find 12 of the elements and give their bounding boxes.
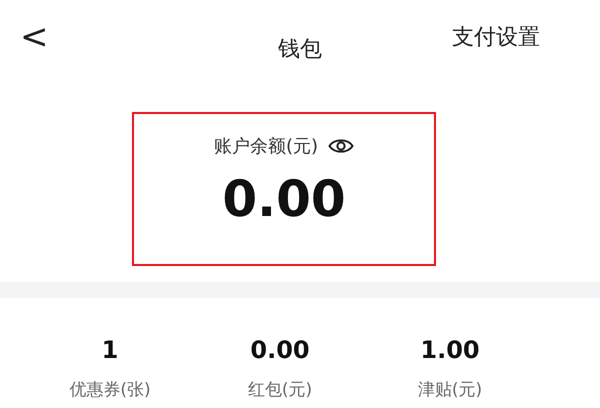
eye-icon[interactable] (328, 137, 354, 155)
stat-value: 0.00 (250, 336, 310, 364)
stat-label[interactable]: 津贴(元) (418, 378, 482, 401)
payment-settings-link[interactable]: 支付设置 (452, 22, 540, 52)
balance-label: 账户余额(元) (214, 135, 318, 158)
stat-label[interactable]: 优惠券(张) (69, 378, 151, 401)
back-button[interactable]: < (20, 17, 50, 57)
stat-label[interactable]: 红包(元) (248, 378, 312, 401)
page-title: 钱包 (277, 36, 323, 64)
balance-amount: 0.00 (222, 170, 346, 228)
stat-value: 1.00 (420, 336, 480, 364)
stat-value: 1 (102, 336, 118, 364)
